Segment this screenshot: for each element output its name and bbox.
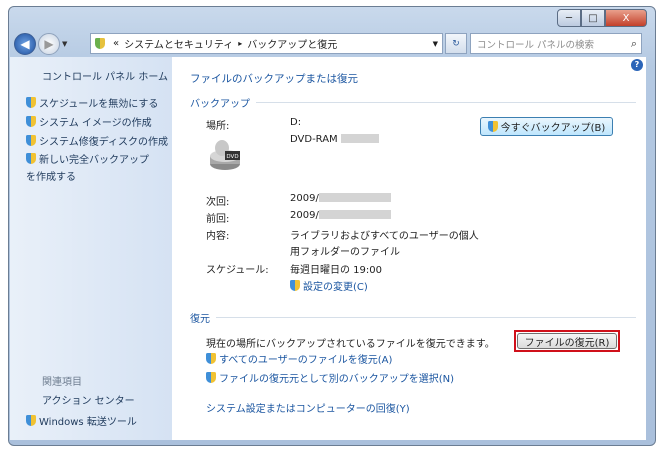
search-input[interactable]: コントロール パネルの検索 ⌕ <box>470 33 642 54</box>
label: 新しい完全バックアップを作成する <box>26 155 149 183</box>
shield-icon <box>290 280 300 291</box>
location-device: DVD-RAM <box>290 134 379 145</box>
search-placeholder: コントロール パネルの検索 <box>477 39 595 51</box>
label: システム イメージの作成 <box>39 118 152 129</box>
backup-now-button[interactable]: 今すぐバックアップ(B) <box>480 117 613 136</box>
label: 今すぐバックアップ(B) <box>500 123 606 134</box>
minimize-button[interactable]: ─ <box>557 9 581 27</box>
breadcrumb-separator[interactable]: ▸ <box>238 39 242 48</box>
shield-icon <box>26 135 36 146</box>
restore-description: 現在の場所にバックアップされているファイルを復元できます。 <box>206 339 495 350</box>
page-title: ファイルのバックアップまたは復元 <box>190 73 358 85</box>
location-value: D: <box>290 117 302 128</box>
sidebar-action-center[interactable]: アクション センター <box>42 392 135 407</box>
sidebar-disable-schedule[interactable]: スケジュールを無効にする <box>26 95 158 110</box>
last-label: 前回: <box>206 214 230 225</box>
path-prefix[interactable]: « <box>113 38 119 49</box>
main-content: ? ファイルのバックアップまたは復元 バックアップ 場所: D: DVD-RAM… <box>172 57 646 440</box>
shield-icon <box>487 121 498 132</box>
shield-icon <box>26 153 36 164</box>
backup-heading: バックアップ <box>190 99 250 110</box>
restore-files-button[interactable]: ファイルの復元(R) <box>517 333 617 349</box>
label: システム修復ディスクの作成 <box>39 137 168 148</box>
shield-icon <box>206 372 216 383</box>
back-button[interactable]: ◀ <box>14 33 36 55</box>
redacted <box>340 134 379 143</box>
schedule-label: スケジュール: <box>206 265 269 276</box>
dvd-label: DVD <box>226 154 238 160</box>
address-bar[interactable]: « システムとセキュリティ ▸ バックアップと復元 ▼ <box>90 33 443 54</box>
label: 設定の変更(C) <box>303 282 368 293</box>
maximize-button[interactable]: □ <box>581 9 605 27</box>
shield-icon <box>26 97 36 108</box>
help-icon[interactable]: ? <box>631 59 643 71</box>
navigation-buttons: ◀ ▶ ▼ <box>14 33 67 55</box>
close-button[interactable]: X <box>605 9 647 27</box>
contents-value-1: ライブラリおよびすべてのユーザーの個人 <box>290 231 479 242</box>
contents-value-2: 用フォルダーのファイル <box>290 247 400 258</box>
label: ファイルの復元元として別のバックアップを選択(N) <box>219 374 454 385</box>
related-heading: 関連項目 <box>42 377 82 388</box>
contents-label: 内容: <box>206 231 230 242</box>
label: スケジュールを無効にする <box>39 99 159 110</box>
recent-pages-dropdown-icon[interactable]: ▼ <box>62 40 67 48</box>
sidebar-create-system-image[interactable]: システム イメージの作成 <box>26 114 152 129</box>
date: 2009/ <box>290 193 319 204</box>
label: Windows 転送ツール <box>39 417 137 428</box>
shield-icon <box>26 116 36 127</box>
recover-system-link[interactable]: システム設定またはコンピューターの回復(Y) <box>206 400 410 415</box>
schedule-value: 毎週日曜日の 19:00 <box>290 265 382 276</box>
search-icon[interactable]: ⌕ <box>631 37 637 51</box>
date: 2009/ <box>290 210 319 221</box>
sidebar-create-repair-disc[interactable]: システム修復ディスクの作成 <box>26 133 168 148</box>
redacted <box>318 210 391 219</box>
breadcrumb-system-security[interactable]: システムとセキュリティ <box>124 36 233 51</box>
sidebar-windows-transfer[interactable]: Windows 転送ツール <box>26 413 137 428</box>
control-panel-icon <box>95 38 105 49</box>
divider <box>256 102 636 103</box>
restore-heading: 復元 <box>190 314 210 325</box>
next-value: 2009/ <box>290 193 391 204</box>
last-value: 2009/ <box>290 210 391 221</box>
next-label: 次回: <box>206 197 230 208</box>
select-other-backup-link[interactable]: ファイルの復元元として別のバックアップを選択(N) <box>206 370 454 385</box>
sidebar: コントロール パネル ホーム スケジュールを無効にする システム イメージの作成… <box>10 57 172 440</box>
divider <box>216 317 636 318</box>
change-settings-link[interactable]: 設定の変更(C) <box>290 278 368 293</box>
address-dropdown-icon[interactable]: ▼ <box>433 40 438 48</box>
sidebar-new-full-backup[interactable]: 新しい完全バックアップを作成する <box>26 152 151 186</box>
refresh-button[interactable]: ↻ <box>445 33 467 54</box>
sidebar-home-link[interactable]: コントロール パネル ホーム <box>42 68 168 83</box>
breadcrumb-backup-restore[interactable]: バックアップと復元 <box>247 36 337 51</box>
dvd-drive-icon: DVD <box>210 140 240 170</box>
label: すべてのユーザーのファイルを復元(A) <box>219 355 393 366</box>
location-label: 場所: <box>206 121 230 132</box>
device-name: DVD-RAM <box>290 134 338 145</box>
redacted <box>318 193 391 202</box>
shield-icon <box>206 353 216 364</box>
caption-buttons: ─ □ X <box>557 9 647 27</box>
forward-button[interactable]: ▶ <box>38 33 60 55</box>
restore-all-users-link[interactable]: すべてのユーザーのファイルを復元(A) <box>206 351 392 366</box>
transfer-icon <box>26 415 36 426</box>
